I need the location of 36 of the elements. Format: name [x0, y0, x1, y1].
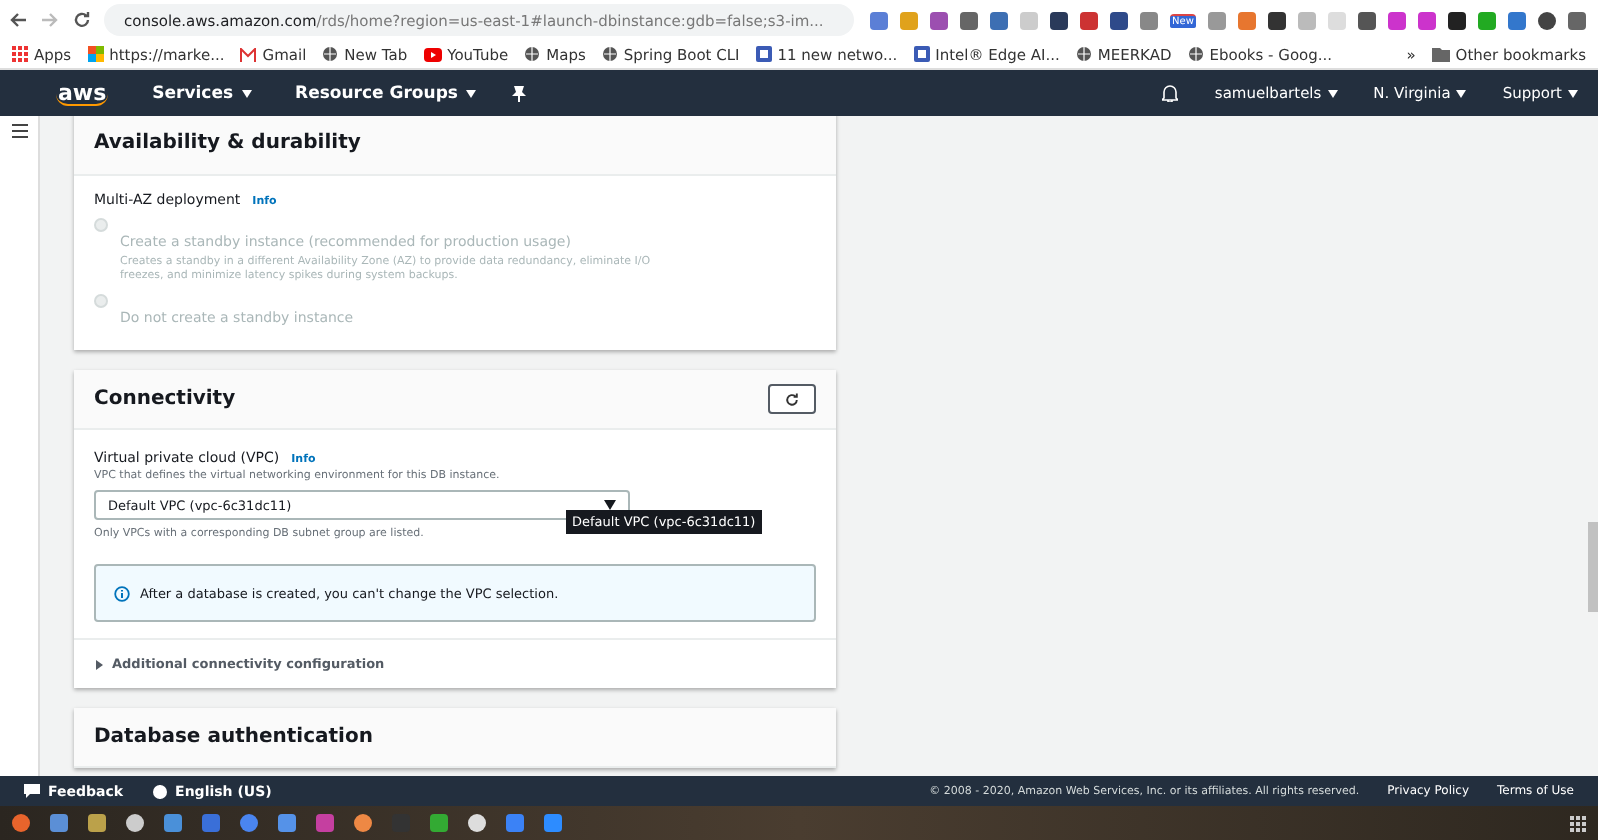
aws-logo[interactable]: aws	[56, 81, 109, 105]
info-icon	[114, 585, 130, 602]
refresh-icon	[784, 391, 800, 408]
menu-icon[interactable]	[11, 124, 27, 138]
mail-icon	[240, 47, 257, 61]
taskbar-app-icon[interactable]	[354, 814, 372, 832]
page-icon	[755, 46, 772, 62]
page-icon	[913, 46, 930, 62]
section-title: Database authentication	[94, 726, 373, 749]
caret-icon	[1568, 89, 1578, 97]
apps-grid-icon	[12, 46, 28, 62]
apps-grid-icon[interactable]	[1570, 815, 1586, 831]
reload-icon[interactable]	[72, 10, 92, 30]
refresh-button[interactable]	[768, 384, 816, 415]
nav-menu[interactable]: Resource Groups	[295, 83, 476, 103]
caret-icon	[1456, 89, 1467, 97]
section-title: Connectivity	[94, 388, 236, 411]
speech-bubble-icon	[24, 784, 40, 798]
caret-icon	[241, 89, 252, 97]
tiles-icon	[87, 46, 104, 62]
pin-icon[interactable]	[511, 85, 526, 101]
caret-icon	[465, 89, 476, 97]
bell-icon[interactable]	[1162, 84, 1179, 102]
caret-icon	[94, 659, 104, 670]
folder-icon	[1431, 47, 1450, 61]
taskbar-app-icon[interactable]	[126, 814, 144, 832]
back-icon[interactable]	[8, 10, 28, 30]
caret-icon	[1327, 89, 1338, 97]
play-icon	[423, 47, 442, 61]
section-title: Availability & durability	[94, 132, 361, 154]
avatar-icon[interactable]	[1537, 11, 1556, 29]
nav-menu[interactable]: Services	[152, 83, 252, 103]
taskbar-app-icon[interactable]	[240, 814, 258, 832]
taskbar-app-icon[interactable]	[468, 814, 486, 832]
scrollbar-thumb[interactable]	[1588, 521, 1598, 611]
taskbar-app-icon[interactable]	[12, 814, 30, 832]
